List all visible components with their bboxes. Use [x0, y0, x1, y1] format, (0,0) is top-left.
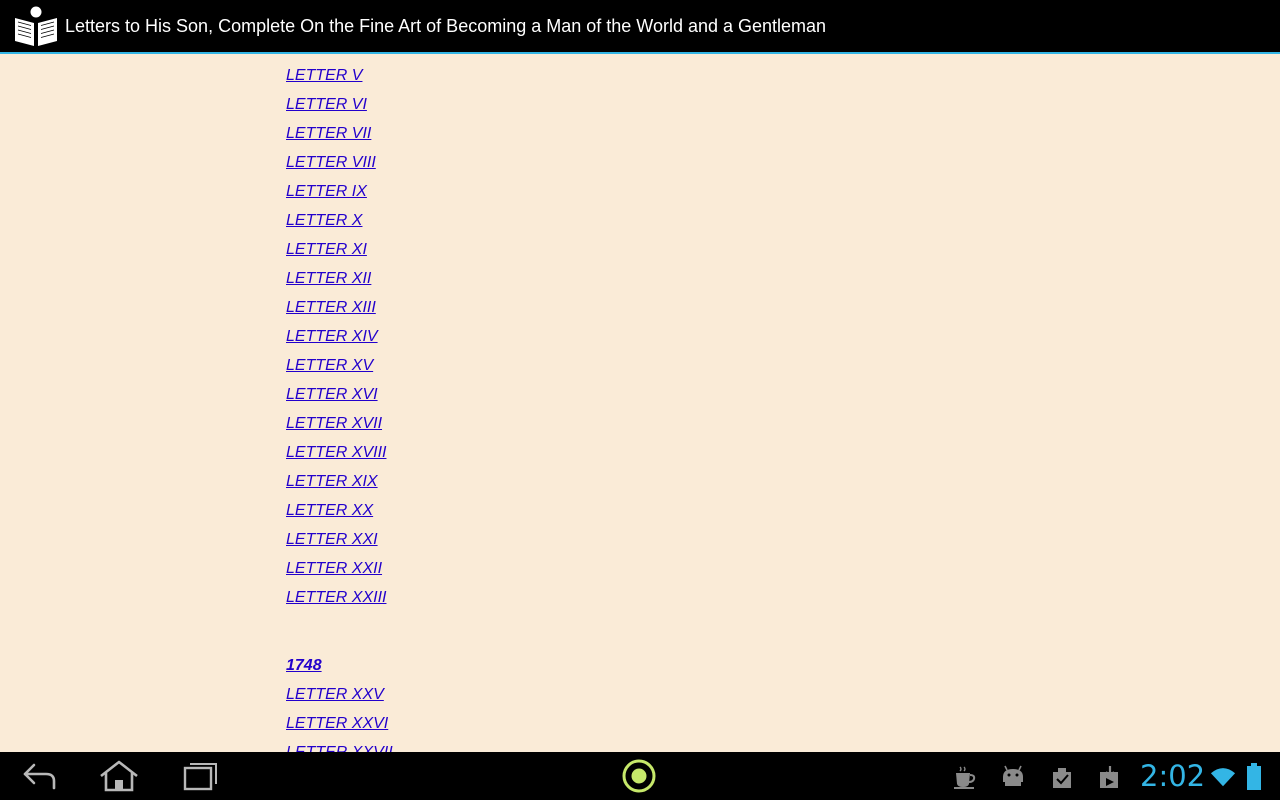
- toc-link[interactable]: LETTER VI: [286, 96, 367, 113]
- back-icon[interactable]: [18, 758, 62, 794]
- toc-year-item: 1748: [286, 655, 393, 684]
- toc-item: LETTER XIII: [286, 297, 393, 326]
- download-store-icon[interactable]: [1097, 764, 1123, 790]
- clipboard-check-icon[interactable]: [1049, 764, 1075, 790]
- toc-link[interactable]: LETTER XXVI: [286, 715, 388, 732]
- toc-item: LETTER V: [286, 65, 393, 94]
- toc-item: LETTER XVIII: [286, 442, 393, 471]
- app-title: Letters to His Son, Complete On the Fine…: [65, 15, 827, 36]
- toc-item: LETTER XX: [286, 500, 393, 529]
- toc-item: LETTER XXV: [286, 684, 393, 713]
- toc-year-link[interactable]: 1748: [286, 657, 322, 674]
- toc-link[interactable]: LETTER XVII: [286, 415, 382, 432]
- coffee-cup-icon[interactable]: [952, 764, 978, 790]
- toc-item: LETTER XVI: [286, 384, 393, 413]
- toc-link[interactable]: LETTER IX: [286, 183, 367, 200]
- toc-link[interactable]: LETTER XVI: [286, 386, 378, 403]
- toc-item: LETTER XI: [286, 239, 393, 268]
- toc-item: LETTER XIV: [286, 326, 393, 355]
- toc-item: LETTER XXVII: [286, 742, 393, 752]
- toc-link[interactable]: LETTER XI: [286, 241, 367, 258]
- toc-item: LETTER VIII: [286, 152, 393, 181]
- battery-icon[interactable]: [1244, 763, 1264, 790]
- toc-link[interactable]: LETTER XV: [286, 357, 373, 374]
- toc-link[interactable]: LETTER XXIII: [286, 589, 386, 606]
- toc-link[interactable]: LETTER XXVII: [286, 744, 393, 752]
- toc-item: LETTER XV: [286, 355, 393, 384]
- toc-link[interactable]: LETTER X: [286, 212, 362, 229]
- toc-item: LETTER XIX: [286, 471, 393, 500]
- status-clock[interactable]: 2:02: [1140, 758, 1205, 794]
- recent-apps-icon[interactable]: [177, 758, 221, 794]
- toc-item: LETTER XVII: [286, 413, 393, 442]
- toc-link[interactable]: LETTER XX: [286, 502, 373, 519]
- toc-link[interactable]: LETTER V: [286, 67, 362, 84]
- toc-link[interactable]: LETTER XII: [286, 270, 371, 287]
- app-center-icon[interactable]: [617, 758, 661, 794]
- toc-link[interactable]: LETTER XIII: [286, 299, 376, 316]
- toc-link[interactable]: LETTER XXII: [286, 560, 382, 577]
- toc-link[interactable]: LETTER XVIII: [286, 444, 386, 461]
- toc-item: LETTER XXI: [286, 529, 393, 558]
- wifi-icon[interactable]: [1210, 764, 1236, 790]
- app-bar: Letters to His Son, Complete On the Fine…: [0, 0, 1280, 54]
- toc-item: LETTER XII: [286, 268, 393, 297]
- toc-link[interactable]: LETTER XXI: [286, 531, 378, 548]
- system-nav-bar: 2:02: [0, 752, 1280, 800]
- toc-item: LETTER XXVI: [286, 713, 393, 742]
- toc-item: LETTER VI: [286, 94, 393, 123]
- toc-spacer: [286, 616, 393, 655]
- open-book-icon[interactable]: [13, 5, 59, 47]
- android-icon[interactable]: [1000, 764, 1026, 790]
- toc-link[interactable]: LETTER XIX: [286, 473, 378, 490]
- toc-item: LETTER IX: [286, 181, 393, 210]
- toc-link[interactable]: LETTER VIII: [286, 154, 376, 171]
- book-content[interactable]: LETTER V LETTER VI LETTER VII LETTER VII…: [0, 56, 1280, 752]
- toc-item: LETTER X: [286, 210, 393, 239]
- toc-item: LETTER XXIII: [286, 587, 393, 616]
- toc-item: LETTER XXII: [286, 558, 393, 587]
- table-of-contents: LETTER V LETTER VI LETTER VII LETTER VII…: [286, 65, 393, 752]
- toc-link[interactable]: LETTER XIV: [286, 328, 378, 345]
- home-icon[interactable]: [97, 758, 141, 794]
- toc-link[interactable]: LETTER XXV: [286, 686, 384, 703]
- toc-item: LETTER VII: [286, 123, 393, 152]
- toc-link[interactable]: LETTER VII: [286, 125, 371, 142]
